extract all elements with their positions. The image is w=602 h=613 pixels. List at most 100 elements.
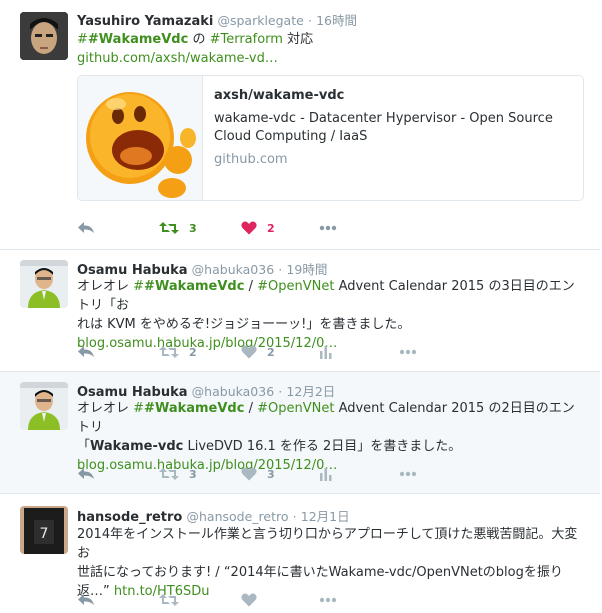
text-span: の	[188, 32, 210, 47]
tweet[interactable]: 7 hansode_retro @hansode_retro · 12月1日 2…	[0, 494, 600, 613]
link-card[interactable]: axsh/wakame-vdc wakame-vdc - Datacenter …	[77, 75, 584, 201]
hashtag[interactable]: #OpenVNet	[257, 401, 334, 416]
svg-text:7: 7	[40, 526, 49, 542]
text-span: 世話になっております! / “2014年に書いたWakame-vdc/OpenV…	[77, 565, 563, 580]
timestamp[interactable]: 16時間	[316, 13, 357, 28]
user-name[interactable]: Yasuhiro Yamazaki	[77, 14, 213, 29]
text-span: 2014年をインストール作業と言う切り口からアプローチして頂けた悪戦苦闘記。大変…	[77, 527, 578, 561]
more-button[interactable]	[319, 590, 337, 610]
tweet[interactable]: Osamu Habuka @habuka036 · 19時間 オレオレ ##Wa…	[0, 250, 600, 372]
more-button[interactable]	[399, 464, 417, 484]
card-title: axsh/wakame-vdc	[214, 88, 345, 103]
avatar[interactable]	[20, 382, 68, 430]
tweet-link[interactable]: github.com/axsh/wakame-vd…	[77, 51, 278, 66]
separator: ·	[292, 509, 297, 524]
wakame-logo-icon	[78, 76, 202, 200]
reply-button[interactable]	[77, 590, 95, 610]
retweet-button[interactable]: 3	[159, 464, 197, 484]
tweet-header: hansode_retro @hansode_retro · 12月1日	[77, 506, 350, 525]
retweet-count: 3	[189, 467, 197, 481]
analytics-button[interactable]	[319, 342, 333, 362]
hashtag-text: #WakameVdc	[144, 279, 245, 294]
retweet-icon	[159, 594, 179, 606]
tweet-actions	[77, 590, 577, 610]
text-span: オレオレ	[77, 279, 134, 294]
retweet-button[interactable]: 3	[159, 218, 197, 238]
heart-icon	[241, 593, 257, 607]
heart-icon	[241, 467, 257, 481]
retweet-button[interactable]: 2	[159, 342, 197, 362]
retweet-count: 3	[189, 221, 197, 235]
like-button[interactable]: 3	[241, 464, 275, 484]
reply-button[interactable]	[77, 464, 95, 484]
highlighted-term: Wakame-vdc	[90, 439, 184, 454]
like-button[interactable]: 2	[241, 218, 275, 238]
hashtag[interactable]: #Terraform	[210, 32, 283, 47]
hashtag[interactable]: #OpenVNet	[257, 279, 334, 294]
retweet-icon	[159, 468, 179, 480]
tweet-header: Osamu Habuka @habuka036 · 19時間	[77, 259, 327, 278]
avatar[interactable]	[20, 12, 68, 60]
tweet[interactable]: Osamu Habuka @habuka036 · 12月2日 オレオレ ##W…	[0, 372, 600, 494]
separator: ·	[278, 384, 283, 399]
like-count: 2	[267, 221, 275, 235]
heart-icon	[241, 345, 257, 359]
user-name[interactable]: Osamu Habuka	[77, 385, 188, 400]
user-name[interactable]: hansode_retro	[77, 510, 182, 525]
separator: ·	[278, 262, 283, 277]
timestamp[interactable]: 19時間	[286, 262, 327, 277]
tweet-actions: 3 2	[77, 218, 577, 238]
reply-icon	[78, 468, 94, 479]
timestamp[interactable]: 12月1日	[301, 509, 350, 524]
heart-icon	[241, 221, 257, 235]
retweet-button[interactable]	[159, 590, 179, 610]
user-handle[interactable]: @habuka036	[192, 384, 274, 399]
tweet-text: ##WakameVdc の #Terraform 対応 github.com/a…	[77, 30, 582, 68]
more-icon	[399, 471, 417, 477]
user-handle[interactable]: @sparklegate	[217, 13, 303, 28]
text-span: れは KVM をやめるぞ!ジョジョーーッ!」を書きました。	[77, 317, 411, 332]
more-icon	[399, 349, 417, 355]
text-span: オレオレ	[77, 401, 134, 416]
text-span: /	[244, 279, 258, 294]
more-button[interactable]	[319, 218, 337, 238]
hashtag-text: #WakameVdc	[87, 32, 189, 47]
user-handle[interactable]: @hansode_retro	[187, 509, 289, 524]
text-span: LiveDVD 16.1 を作る 2日目」を書きました。	[183, 439, 462, 454]
analytics-icon	[320, 468, 332, 481]
retweet-icon	[159, 222, 179, 234]
card-image	[78, 76, 203, 200]
card-description: wakame-vdc - Datacenter Hypervisor - Ope…	[214, 111, 553, 144]
hashtag[interactable]: ##WakameVdc	[133, 401, 244, 416]
text-span: 対応	[282, 32, 314, 47]
tweet-actions: 3 3	[77, 464, 577, 484]
like-count: 2	[267, 345, 275, 359]
text-span: 「	[77, 439, 91, 454]
more-icon	[319, 597, 337, 603]
avatar[interactable]: 7	[20, 506, 68, 554]
tweet[interactable]: Yasuhiro Yamazaki @sparklegate · 16時間 ##…	[0, 0, 600, 250]
card-domain: github.com	[214, 152, 288, 167]
avatar[interactable]	[20, 260, 68, 308]
separator: ·	[307, 13, 312, 28]
analytics-icon	[320, 346, 332, 359]
tweet-header: Osamu Habuka @habuka036 · 12月2日	[77, 381, 335, 400]
more-button[interactable]	[399, 342, 417, 362]
analytics-button[interactable]	[319, 464, 333, 484]
reply-button[interactable]	[77, 218, 95, 238]
like-count: 3	[267, 467, 275, 481]
timestamp[interactable]: 12月2日	[286, 384, 335, 399]
user-handle[interactable]: @habuka036	[192, 262, 274, 277]
hashtag[interactable]: ##WakameVdc	[77, 32, 188, 47]
retweet-count: 2	[189, 345, 197, 359]
hashtag-text: #WakameVdc	[144, 401, 245, 416]
more-icon	[319, 225, 337, 231]
like-button[interactable]: 2	[241, 342, 275, 362]
hashtag[interactable]: ##WakameVdc	[133, 279, 244, 294]
tweet-header: Yasuhiro Yamazaki @sparklegate · 16時間	[77, 10, 357, 29]
reply-icon	[78, 594, 94, 605]
user-name[interactable]: Osamu Habuka	[77, 263, 188, 278]
reply-button[interactable]	[77, 342, 95, 362]
tweet-actions: 2 2	[77, 342, 577, 362]
like-button[interactable]	[241, 590, 257, 610]
